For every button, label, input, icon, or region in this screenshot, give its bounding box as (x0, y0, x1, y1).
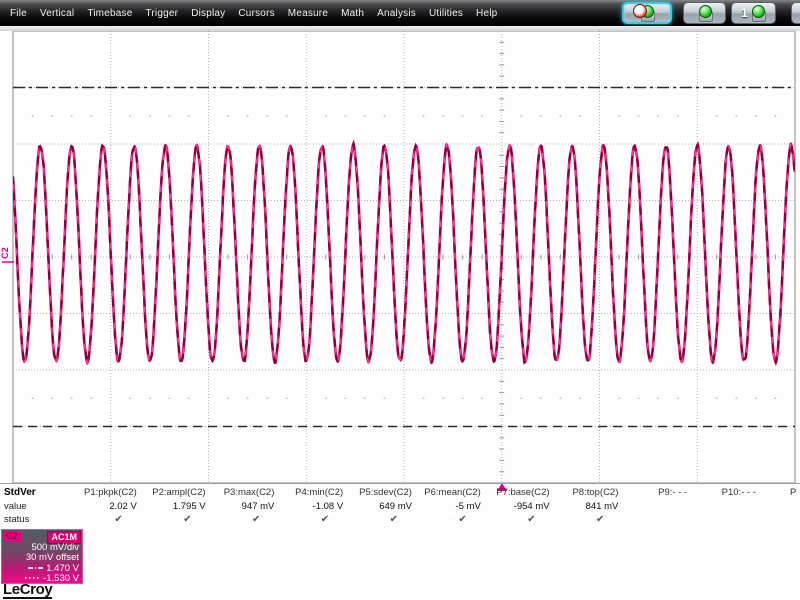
dashdot-line-style-icon (28, 567, 44, 570)
menu-math[interactable]: Math (341, 8, 364, 19)
menu-display[interactable]: Display (191, 8, 225, 19)
measure-p7-header[interactable]: P7:base(C2) (481, 487, 549, 499)
measure-status-row: status ✔ ✔ ✔ ✔ ✔ ✔ ✔ ✔ (0, 514, 800, 526)
measure-p9-value (618, 501, 687, 513)
capture-button[interactable] (683, 2, 726, 24)
measure-p1-header[interactable]: P1:pkpk(C2) (68, 487, 137, 499)
alarm-clock-icon (633, 4, 647, 18)
measure-table-name: StdVer (4, 487, 36, 498)
dotted-line-style-icon (25, 577, 41, 580)
measure-p2-header[interactable]: P2:ampl(C2) (137, 487, 205, 499)
measure-p7-status: ✔ (527, 514, 536, 525)
menu-help[interactable]: Help (476, 8, 497, 19)
measure-p3-header[interactable]: P3:max(C2) (206, 487, 275, 499)
measure-p9-header[interactable]: P9:- - - (618, 487, 687, 499)
menu-separator (0, 26, 800, 31)
measure-p3-value: 947 mV (241, 501, 275, 512)
measure-p6-header[interactable]: P6:mean(C2) (412, 487, 481, 499)
measure-p10-header[interactable]: P10:- - - (687, 487, 756, 499)
measure-header-row: StdVer P1:pkpk(C2) P2:ampl(C2) P3:max(C2… (0, 487, 800, 499)
measure-p5-header[interactable]: P5:sdev(C2) (343, 487, 412, 499)
measure-p4-value: -1.08 V (312, 501, 344, 512)
measure-p4-header[interactable]: P4:min(C2) (274, 487, 343, 499)
channel-c2-descriptor[interactable]: C2 AC1M 500 mV/div 30 mV offset 1.470 V … (1, 529, 83, 584)
timed-capture-icon (633, 4, 655, 22)
measure-p7-value: -954 mV (513, 501, 550, 512)
capture-1-icon (750, 5, 766, 22)
svg-text:C2: C2 (0, 247, 10, 259)
measure-p6-value: -5 mV (455, 501, 481, 512)
measure-table: StdVer P1:pkpk(C2) P2:ampl(C2) P3:max(C2… (0, 483, 800, 529)
status-row-label: status (4, 514, 30, 525)
menu-file[interactable]: File (10, 8, 27, 19)
measure-p5-status: ✔ (389, 514, 398, 525)
timed-capture-button[interactable] (622, 2, 672, 24)
clipped-toolbar-button[interactable] (791, 2, 800, 24)
menu-utilities[interactable]: Utilities (429, 8, 463, 19)
green-orb-icon (751, 5, 765, 18)
measure-value-row: value 2.02 V 1.795 V 947 mV -1.08 V 649 … (0, 501, 800, 513)
measure-p3-status: ✔ (252, 514, 261, 525)
measure-p5-value: 649 mV (379, 501, 412, 512)
menu-bar: File Vertical Timebase Trigger Display C… (0, 0, 800, 26)
green-orb-icon (698, 5, 712, 18)
measure-p1-status: ✔ (114, 514, 123, 525)
channel-badge: C2 (3, 531, 21, 542)
menu-vertical[interactable]: Vertical (40, 8, 74, 19)
measure-p10-status (687, 514, 756, 526)
menu-trigger[interactable]: Trigger (145, 8, 178, 19)
measure-p8-value: 841 mV (585, 501, 619, 512)
lecroy-logo: LeCroy (3, 581, 53, 599)
measure-p8-header[interactable]: P8:top(C2) (550, 487, 618, 499)
capture-1-button[interactable]: 1 (731, 2, 776, 24)
menu-items: File Vertical Timebase Trigger Display C… (0, 8, 510, 19)
measure-p2-value: 1.795 V (172, 501, 206, 512)
capture-1-label: 1 (741, 6, 748, 20)
menu-analysis[interactable]: Analysis (377, 8, 416, 19)
measure-p9-status (618, 514, 687, 526)
measure-p1-value: 2.02 V (109, 501, 137, 512)
capture-icon (697, 5, 713, 22)
offset-readout: 30 mV offset (25, 552, 79, 563)
menu-cursors[interactable]: Cursors (238, 8, 274, 19)
measure-p4-status: ✔ (320, 514, 330, 525)
menu-timebase[interactable]: Timebase (87, 8, 132, 19)
oscilloscope-screen: File Vertical Timebase Trigger Display C… (0, 0, 800, 600)
measure-p2-status: ✔ (183, 514, 192, 525)
measure-p8-status: ✔ (595, 514, 605, 525)
measure-p11-header-clipped[interactable]: P (790, 487, 796, 498)
value-row-label: value (4, 501, 27, 512)
measure-p10-value (687, 501, 756, 513)
channel-trace-label: C2 (0, 247, 14, 263)
measure-p6-status: ✔ (458, 514, 467, 525)
graticule-grid (13, 31, 795, 483)
menu-measure[interactable]: Measure (288, 8, 328, 19)
